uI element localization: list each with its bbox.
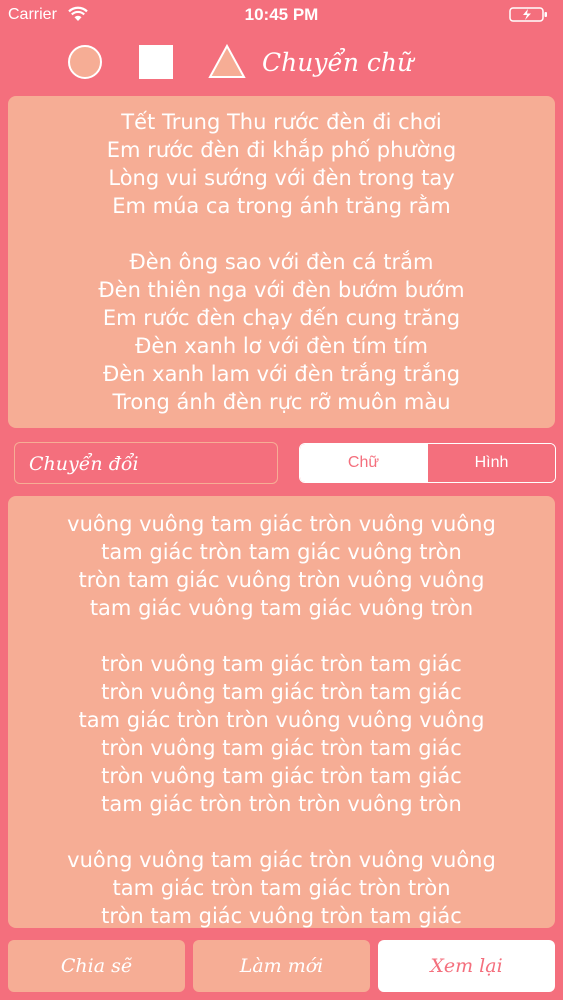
text-line: tam giác tròn tam giác tròn tròn — [112, 876, 451, 900]
text-line: tròn vuông tam giác tròn tam giác — [101, 764, 462, 788]
reset-button[interactable]: Làm mới — [193, 940, 370, 992]
text-line: Em rước đèn đi khắp phố phường — [106, 138, 457, 162]
battery-icon — [509, 7, 547, 22]
status-bar: Carrier 10:45 PM — [0, 0, 563, 30]
text-line: vuông vuông tam giác tròn vuông vuông — [67, 848, 496, 872]
text-line: tam giác vuông tam giác vuông tròn — [89, 596, 474, 620]
mode-segmented-control: Chữ Hình — [299, 443, 556, 483]
text-line: Em rước đèn chạy đến cung trăng — [102, 306, 461, 330]
text-line: tròn tam giác vuông tròn vuông vuông — [78, 568, 485, 592]
shape-toolbar: Chuyển chữ — [0, 40, 563, 86]
segment-shape[interactable]: Hình — [427, 444, 555, 482]
segment-text[interactable]: Chữ — [300, 444, 427, 482]
text-line: Đèn thiên nga với đèn bướm bướm — [98, 278, 465, 302]
text-line: tam giác tròn tam giác vuông tròn — [101, 540, 462, 564]
text-line: Đèn ông sao với đèn cá trắm — [129, 250, 434, 274]
convert-field[interactable]: Chuyển đổi — [14, 442, 278, 484]
text-line: Trong ánh đèn rực rỡ muôn màu — [112, 390, 451, 414]
text-line: tam giác tròn tròn vuông vuông vuông — [78, 708, 485, 732]
text-line: Đèn xanh lam với đèn trắng trắng — [102, 362, 461, 386]
result-text-panel[interactable]: vuông vuông tam giác tròn vuông vuông ta… — [8, 496, 555, 928]
share-button[interactable]: Chia sẽ — [8, 940, 185, 992]
text-line: tròn vuông tam giác tròn tam giác — [101, 652, 462, 676]
text-line — [8, 818, 555, 846]
text-line — [8, 220, 555, 248]
text-line: vuông vuông tam giác tròn vuông vuông — [67, 512, 496, 536]
text-line: tam giác tròn tròn tròn vuông tròn — [101, 792, 462, 816]
source-text-panel[interactable]: Tết Trung Thu rước đèn đi chơi Em rước đ… — [8, 96, 555, 428]
text-line: tròn vuông tam giác tròn tam giác — [101, 736, 462, 760]
text-line: Đèn xanh lơ với đèn tím tím — [135, 334, 428, 358]
square-button[interactable] — [139, 45, 173, 79]
text-line: Tết Trung Thu rước đèn đi chơi — [121, 110, 442, 134]
mode-title: Chuyển chữ — [262, 48, 414, 77]
text-line — [8, 622, 555, 650]
text-line: tròn vuông tam giác tròn tam giác — [101, 680, 462, 704]
review-button[interactable]: Xem lại — [378, 940, 555, 992]
text-line: tròn tam giác vuông tròn tam giác — [101, 904, 462, 928]
text-line: Lòng vui sướng với đèn trong tay — [108, 166, 455, 190]
clock: 10:45 PM — [244, 5, 319, 24]
circle-button[interactable] — [68, 45, 102, 79]
triangle-button[interactable] — [208, 43, 246, 79]
text-line: Em múa ca trong ánh trăng rằm — [112, 194, 451, 218]
